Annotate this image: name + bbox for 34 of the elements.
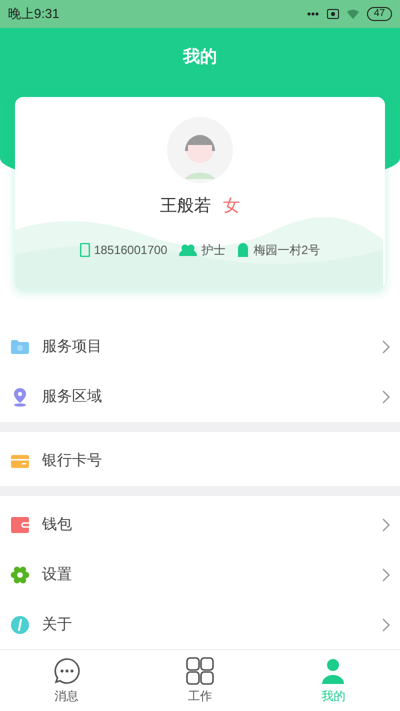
gear-icon xyxy=(10,565,30,585)
chat-bubble-icon xyxy=(52,656,81,684)
avatar xyxy=(167,117,233,183)
info-icon xyxy=(10,615,30,635)
screen-record-icon xyxy=(326,9,339,19)
menu-item[interactable]: 设置 xyxy=(0,550,400,600)
menu-item-label: 设置 xyxy=(42,564,73,585)
phone-icon xyxy=(80,242,90,256)
wifi-icon xyxy=(346,9,359,19)
phone-number: 18516001700 xyxy=(94,242,168,258)
menu-item[interactable]: 关于 xyxy=(0,600,400,650)
wallet-icon xyxy=(10,515,30,535)
tab-item[interactable]: 消息 xyxy=(0,650,134,711)
menu-item-label: 关于 xyxy=(42,614,73,635)
menu-item-label: 服务项目 xyxy=(42,336,103,357)
grid-icon xyxy=(186,656,214,684)
menu-item[interactable]: 服务区域 xyxy=(0,372,400,422)
people-icon xyxy=(179,244,198,256)
gender-label: 女 xyxy=(223,195,240,217)
menu-item[interactable]: 银行卡号 xyxy=(0,436,400,486)
user-name: 王般若 xyxy=(160,195,211,217)
menu-item-label: 服务区域 xyxy=(42,386,103,407)
battery-indicator: 47 xyxy=(366,7,392,21)
folder-icon xyxy=(10,337,30,357)
menu-item-label: 银行卡号 xyxy=(42,450,103,471)
status-time: 晚上9:31 xyxy=(8,5,60,24)
more-dots-icon xyxy=(306,12,319,16)
address-label: 梅园一村2号 xyxy=(253,242,320,258)
menu-item[interactable]: 服务项目 xyxy=(0,322,400,372)
role-label: 护士 xyxy=(201,242,226,258)
tab-item[interactable]: 工作 xyxy=(133,650,267,711)
menu-item[interactable]: 钱包 xyxy=(0,500,400,550)
page-title: 我的 xyxy=(183,46,217,68)
menu-item-label: 钱包 xyxy=(42,514,73,535)
